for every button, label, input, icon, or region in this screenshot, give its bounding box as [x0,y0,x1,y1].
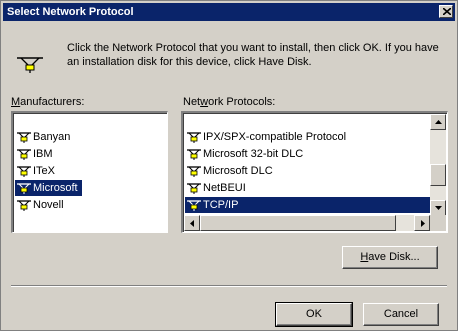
arrow-up-icon [435,120,442,124]
network-protocols-label: Network Protocols: [183,96,276,108]
scroll-corner [430,215,446,231]
horizontal-scroll-thumb[interactable] [200,215,396,231]
protocol-item-icon [17,200,31,211]
manufacturers-list[interactable]: Banyan IBM ITeX Microsoft Novell [11,111,168,233]
intro-text: Click the Network Protocol that you want… [67,42,439,68]
list-item[interactable]: Novell [15,197,68,213]
have-disk-button[interactable]: Have Disk... [342,246,438,269]
list-item-selected[interactable]: Microsoft [15,180,82,196]
horizontal-scrollbar[interactable] [184,215,430,231]
scroll-left-button[interactable] [184,215,200,231]
vertical-scroll-thumb[interactable] [430,164,446,186]
list-item[interactable]: NetBEUI [185,180,250,196]
protocol-item-icon [17,132,31,143]
list-item[interactable]: Microsoft 32-bit DLC [185,146,307,162]
close-button[interactable] [439,5,453,18]
protocol-item-icon [187,200,201,211]
cancel-button[interactable]: Cancel [363,303,439,326]
list-item[interactable]: IBM [15,146,57,162]
ok-button[interactable]: OK [275,302,353,327]
list-item[interactable]: ITeX [15,163,59,179]
manufacturers-label: Manufacturers: [11,96,85,108]
separator [11,285,447,287]
protocol-item-icon [17,149,31,160]
protocol-item-icon [187,149,201,160]
title-bar[interactable]: Select Network Protocol [3,3,455,21]
protocol-item-icon [187,166,201,177]
list-item[interactable]: Banyan [15,129,74,145]
protocol-item-icon [17,183,31,194]
arrow-left-icon [190,220,194,227]
vertical-scrollbar[interactable] [430,114,446,216]
network-protocols-list[interactable]: IPX/SPX-compatible Protocol Microsoft 32… [181,111,448,233]
protocol-item-icon [17,166,31,177]
network-protocol-icon [17,57,43,73]
window-title: Select Network Protocol [7,6,134,18]
list-item[interactable]: IPX/SPX-compatible Protocol [185,129,350,145]
close-icon [443,8,451,15]
list-item-selected[interactable]: TCP/IP [185,197,430,213]
protocol-item-icon [187,183,201,194]
list-item[interactable]: Microsoft DLC [185,163,277,179]
scroll-right-button[interactable] [414,215,430,231]
protocol-item-icon [187,132,201,143]
select-network-protocol-dialog: Select Network Protocol Click the Networ… [0,0,458,331]
arrow-right-icon [421,220,425,227]
arrow-down-icon [435,206,442,210]
scroll-down-button[interactable] [430,200,446,216]
scroll-up-button[interactable] [430,114,446,130]
